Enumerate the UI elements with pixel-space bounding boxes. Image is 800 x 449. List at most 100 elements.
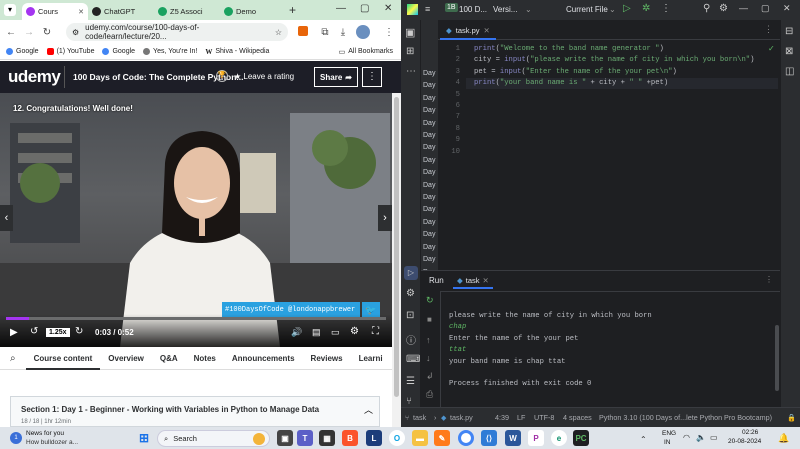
battery-icon[interactable]: ▭ — [710, 433, 718, 442]
project-selector[interactable]: 100 D... — [459, 5, 487, 14]
more-actions-icon[interactable]: ⋮ — [661, 3, 671, 14]
reload-icon[interactable]: ↻ — [40, 25, 54, 39]
vcs-selector[interactable]: Versi... — [493, 5, 517, 14]
new-tab-icon[interactable]: + — [289, 3, 296, 17]
more-tools-icon[interactable]: ⋯ — [406, 66, 416, 77]
status-breadcrumb-1[interactable]: task — [413, 413, 426, 422]
file-encoding[interactable]: UTF-8 — [534, 413, 554, 422]
chevron-down-icon[interactable]: ⌄ — [525, 5, 532, 14]
tab-announcements[interactable]: Announcements — [224, 354, 303, 363]
start-icon[interactable]: ⊞ — [136, 430, 152, 446]
project-item[interactable]: Day — [423, 167, 438, 179]
python-console-icon[interactable]: ⊡ — [406, 310, 414, 321]
back-icon[interactable]: ← — [4, 25, 18, 39]
bookmark-google[interactable]: Google — [6, 48, 39, 55]
debug-icon[interactable]: ✲ — [642, 3, 650, 14]
tab-course-content[interactable]: Course content — [25, 347, 101, 370]
problems-icon[interactable]: ⓘ — [406, 332, 416, 347]
more-options-button[interactable]: ⋮ — [362, 67, 382, 87]
fullscreen-icon[interactable]: ⛶ — [372, 326, 379, 337]
tab-udemy[interactable]: Cours ✕ — [22, 3, 88, 20]
python-packages-icon[interactable]: ⚙ — [406, 288, 415, 299]
close-tab-icon[interactable]: ✕ — [484, 26, 490, 35]
tab-search-icon[interactable]: ▾ — [4, 4, 16, 16]
code-line[interactable]: print("your band name is " + city + " " … — [474, 78, 754, 89]
clock-date[interactable]: 20-08-2024 — [728, 438, 761, 445]
vcs-status-icon[interactable]: ⑂ — [405, 413, 409, 422]
project-item[interactable]: Day — [423, 118, 438, 130]
tray-chevron-icon[interactable]: ⌃ — [640, 435, 647, 444]
paint-icon[interactable]: ✎ — [434, 430, 450, 446]
teams-icon[interactable]: T — [297, 430, 313, 446]
user-icon[interactable]: ⚲ — [703, 3, 710, 14]
video-player[interactable]: 12. Congratulations! Well done! ‹ › #100… — [0, 93, 392, 347]
settings-icon[interactable]: ⚙ — [350, 326, 359, 337]
tab-task-py[interactable]: ◆ task.py ✕ — [440, 22, 496, 40]
tab-chatgpt[interactable]: ChatGPT — [88, 3, 154, 20]
address-bar[interactable]: ⚙ udemy.com/course/100-days-of-code/lear… — [66, 23, 288, 41]
version-control-icon[interactable]: ⑂ — [406, 396, 412, 407]
ide-minimize-icon[interactable]: — — [739, 3, 748, 13]
project-item[interactable]: Day — [423, 105, 438, 117]
print-icon[interactable]: ⎙ — [426, 389, 433, 400]
indent-setting[interactable]: 4 spaces — [563, 413, 592, 422]
soft-wrap-icon[interactable]: ↲ — [426, 371, 434, 382]
captions-icon[interactable]: ▭ — [331, 327, 340, 338]
progress-track[interactable] — [6, 317, 386, 320]
console-scrollbar[interactable] — [775, 325, 779, 391]
cursor-position[interactable]: 4:39 — [495, 413, 509, 422]
sciview-icon[interactable]: ◫ — [785, 66, 794, 77]
notes-icon[interactable]: ▤ — [312, 327, 321, 338]
app-icon[interactable]: ▦ — [319, 430, 335, 446]
bookmark-wikipedia[interactable]: W Shiva - Wikipedia — [205, 48, 269, 56]
tab-learning-tools[interactable]: Learni — [351, 354, 391, 363]
project-item[interactable]: Day — [423, 180, 438, 192]
run-config-selector[interactable]: Current File — [566, 5, 608, 14]
notification-bell-icon[interactable]: 🔔 — [778, 433, 789, 444]
bookmark-youtube[interactable]: (1) YouTube — [46, 48, 94, 55]
project-item[interactable]: Day — [423, 217, 438, 229]
code-editor[interactable]: ◆ task.py ✕ ⋮ 1 2 3 4 5 6 7 8 9 10 print("Welcome… — [438, 20, 780, 270]
tab-qa[interactable]: Q&A — [152, 354, 186, 363]
site-info-icon[interactable]: ⚙ — [72, 28, 79, 37]
status-breadcrumb-2[interactable]: task.py — [450, 413, 473, 422]
project-tool-icon[interactable]: ▣ — [405, 26, 415, 39]
editor-menu-icon[interactable]: ⋮ — [764, 24, 773, 35]
bookmark-star-icon[interactable]: ☆ — [275, 28, 282, 37]
word-icon[interactable]: W — [505, 430, 521, 446]
brave-icon[interactable]: B — [342, 430, 358, 446]
language-2[interactable]: IN — [664, 439, 671, 446]
udemy-logo[interactable]: udemy — [8, 67, 61, 87]
python-interpreter[interactable]: Python 3.10 (100 Days of...lete Python P… — [599, 413, 772, 422]
project-item[interactable]: Day — [423, 80, 438, 92]
close-icon[interactable]: ✕ — [78, 8, 84, 16]
notifications-icon[interactable]: ⊟ — [785, 26, 793, 37]
lock-icon[interactable]: 🔒 — [787, 413, 796, 422]
rewind-icon[interactable]: ↺ — [30, 326, 38, 337]
leave-rating[interactable]: ★ Leave a rating — [222, 72, 294, 81]
forward-icon[interactable]: → — [22, 25, 36, 39]
ide-close-icon[interactable]: ✕ — [783, 3, 791, 14]
l-app-icon[interactable]: L — [366, 430, 382, 446]
maximize-icon[interactable]: ▢ — [360, 3, 369, 14]
speed-button[interactable]: 1.25x — [46, 328, 70, 337]
project-item[interactable]: Day — [423, 130, 438, 142]
chrome-menu-icon[interactable]: ⋮ — [382, 25, 396, 39]
close-window-icon[interactable]: ✕ — [384, 3, 392, 14]
extensions-icon[interactable]: ⧉ — [318, 25, 332, 39]
chevron-up-icon[interactable]: ︿ — [364, 403, 373, 416]
extension-fox-icon[interactable] — [298, 26, 308, 36]
taskbar-search[interactable]: ⌕ Search — [157, 430, 270, 447]
tab-overview[interactable]: Overview — [100, 354, 152, 363]
terminal-icon[interactable]: ⌨ — [406, 354, 420, 365]
scroll-up-icon[interactable]: ↑ — [426, 335, 431, 345]
project-item[interactable]: Day — [423, 192, 438, 204]
run-tool-icon[interactable]: ▷ — [404, 266, 418, 280]
p-app-icon[interactable]: P — [528, 430, 544, 446]
main-menu-icon[interactable]: ≡ — [425, 4, 430, 14]
code-line[interactable]: city = input("please write the name of c… — [474, 55, 754, 66]
ide-maximize-icon[interactable]: ▢ — [761, 3, 770, 14]
code-lines[interactable]: print("Welcome to the band name generato… — [474, 44, 754, 90]
tab-demo[interactable]: Demo — [220, 3, 284, 20]
run-icon[interactable]: ▷ — [623, 3, 631, 14]
